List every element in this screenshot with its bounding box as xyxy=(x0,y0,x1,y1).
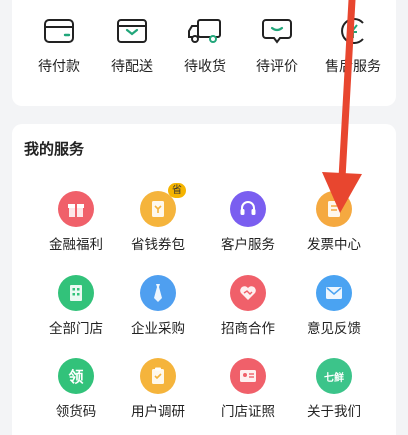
yen-service-icon xyxy=(318,16,388,46)
service-about-us[interactable]: 七鲜 关于我们 xyxy=(291,358,377,420)
service-label: 企业采购 xyxy=(131,321,185,337)
wallet-icon xyxy=(24,16,94,46)
comment-icon xyxy=(242,16,312,46)
my-services-card: 我的服务 金融福利 省 省钱券包 客户服务 发票中心 全部门店 企业采购 招商合… xyxy=(12,124,396,435)
survey-icon xyxy=(140,358,176,394)
service-label: 用户调研 xyxy=(131,404,185,420)
service-business-cooperation[interactable]: 招商合作 xyxy=(205,275,291,337)
service-pickup-code[interactable]: 领 领货码 xyxy=(33,358,119,420)
heart-handshake-icon xyxy=(230,275,266,311)
service-label: 招商合作 xyxy=(221,321,275,337)
order-pending-receipt[interactable]: 待收货 xyxy=(170,16,240,76)
service-financial-benefits[interactable]: 金融福利 xyxy=(33,191,119,253)
truck-icon xyxy=(170,16,240,46)
service-label: 门店证照 xyxy=(221,404,275,420)
order-label: 待配送 xyxy=(111,59,153,75)
service-label: 发票中心 xyxy=(307,237,361,253)
service-customer-support[interactable]: 客户服务 xyxy=(205,191,291,253)
order-pending-delivery[interactable]: 待配送 xyxy=(97,16,167,76)
coupon-icon: 省 xyxy=(140,183,186,227)
order-label: 售后服务 xyxy=(325,59,381,75)
service-coupon-pack[interactable]: 省 省钱券包 xyxy=(115,183,201,253)
service-label: 客户服务 xyxy=(221,237,275,253)
ling-glyph: 领 xyxy=(68,367,84,386)
service-enterprise-purchase[interactable]: 企业采购 xyxy=(115,275,201,337)
order-label: 待收货 xyxy=(184,59,226,75)
ling-icon: 领 xyxy=(58,358,94,394)
tie-icon xyxy=(140,275,176,311)
service-feedback[interactable]: 意见反馈 xyxy=(291,275,377,337)
service-user-survey[interactable]: 用户调研 xyxy=(115,358,201,420)
order-label: 待评价 xyxy=(256,59,298,75)
building-icon xyxy=(58,275,94,311)
gift-icon xyxy=(58,191,94,227)
box-icon xyxy=(97,16,167,46)
order-pending-payment[interactable]: 待付款 xyxy=(24,16,94,76)
service-label: 全部门店 xyxy=(49,321,103,337)
headset-icon xyxy=(230,191,266,227)
order-status-card: 待付款 待配送 待收货 待评价 售后服务 xyxy=(12,0,396,106)
service-store-license[interactable]: 门店证照 xyxy=(205,358,291,420)
save-badge: 省 xyxy=(168,183,186,198)
section-title: 我的服务 xyxy=(24,140,85,158)
service-label: 省钱券包 xyxy=(131,237,185,253)
service-label: 领货码 xyxy=(55,404,97,420)
service-all-stores[interactable]: 全部门店 xyxy=(33,275,119,337)
license-icon xyxy=(230,358,266,394)
mail-icon xyxy=(316,275,352,311)
invoice-icon xyxy=(316,191,352,227)
service-label: 关于我们 xyxy=(307,404,361,420)
service-label: 意见反馈 xyxy=(307,321,361,337)
order-label: 待付款 xyxy=(38,59,80,75)
service-invoice-center[interactable]: 发票中心 xyxy=(291,191,377,253)
qixian-glyph: 七鲜 xyxy=(324,372,344,384)
order-pending-review[interactable]: 待评价 xyxy=(242,16,312,76)
order-after-sales[interactable]: 售后服务 xyxy=(318,16,388,76)
qixian-icon: 七鲜 xyxy=(316,358,352,394)
service-label: 金融福利 xyxy=(49,237,103,253)
